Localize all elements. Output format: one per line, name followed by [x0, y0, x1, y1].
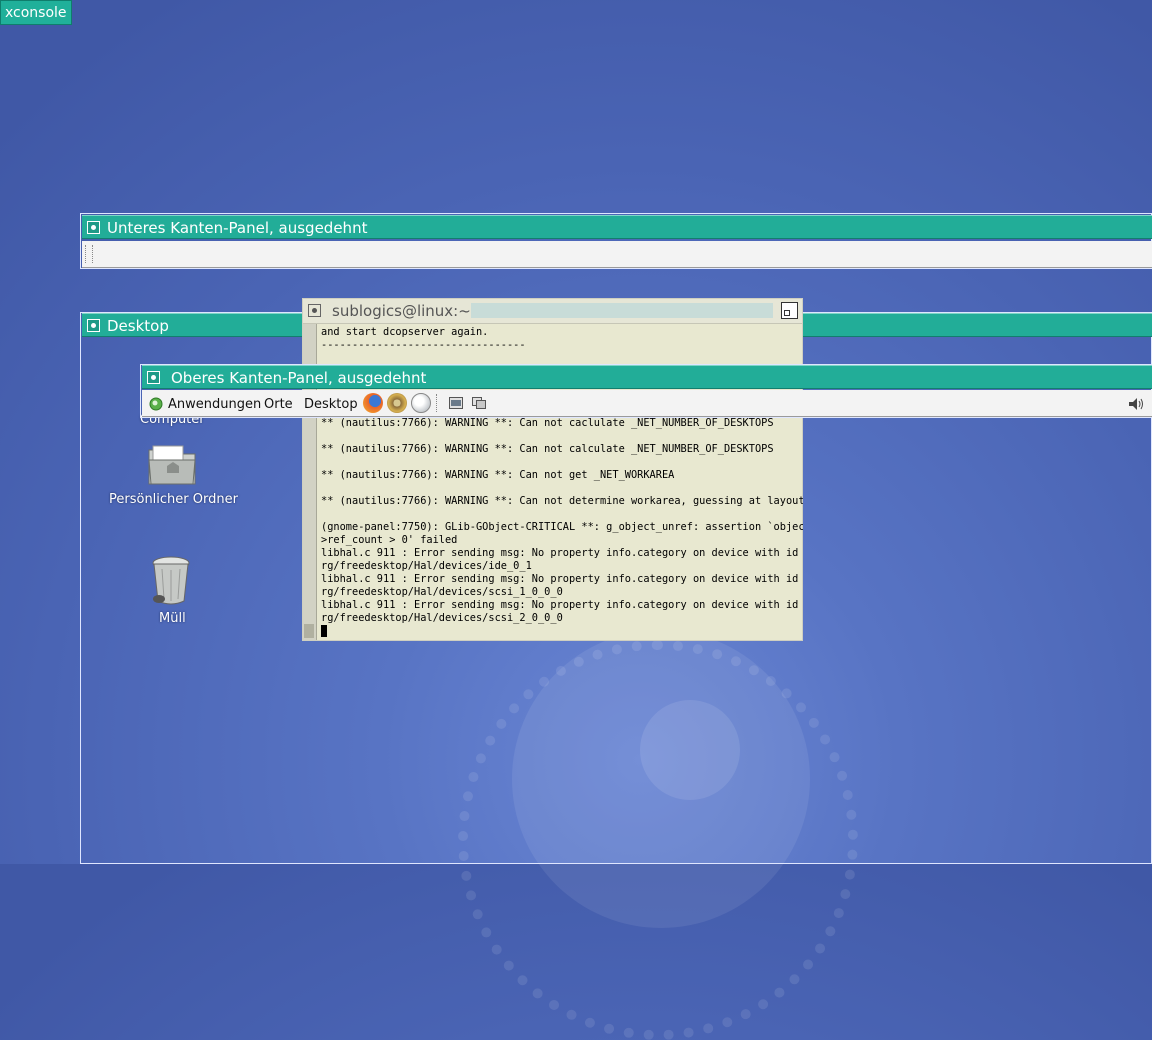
terminal-line: libhal.c 911 : Error sending msg: No pro… [321, 573, 799, 585]
terminal-line: and start dcopserver again. [321, 326, 489, 338]
terminal-line: libhal.c 911 : Error sending msg: No pro… [321, 547, 799, 559]
xconsole-tab[interactable]: xconsole [0, 0, 72, 25]
terminal-cursor [321, 625, 327, 637]
terminal-window[interactable]: sublogics@linux:~ and start dcopserver a… [302, 298, 803, 641]
terminal-line: (gnome-panel:7750): GLib-GObject-CRITICA… [321, 521, 803, 533]
window-menu-icon[interactable] [308, 304, 321, 317]
menu-places[interactable]: Orte [264, 397, 293, 412]
bottom-panel-body [82, 241, 1152, 268]
gnome-foot-icon [149, 397, 163, 411]
terminal-line: rg/freedesktop/Hal/devices/scsi_1_0_0_0 [321, 586, 563, 598]
titlebar-fill [471, 303, 773, 318]
evolution-icon[interactable] [387, 393, 407, 413]
top-panel-titlebar[interactable]: Oberes Kanten-Panel, ausgedehnt [142, 365, 1152, 389]
panel-separator-handle[interactable] [436, 394, 442, 412]
desktop-icon-trash[interactable]: Müll [140, 555, 204, 627]
desktop-window-title: Desktop [107, 317, 169, 335]
panel-drag-handle[interactable] [85, 245, 93, 263]
window-menu-icon[interactable] [87, 319, 100, 332]
window-list-icon[interactable] [472, 397, 486, 409]
trash-icon [152, 556, 190, 605]
bottom-panel-titlebar[interactable]: Unteres Kanten-Panel, ausgedehnt [82, 215, 1152, 239]
terminal-title: sublogics@linux:~ [332, 302, 471, 320]
window-menu-icon[interactable] [87, 221, 100, 234]
terminal-line: libhal.c 911 : Error sending msg: No pro… [321, 599, 799, 611]
terminal-line: rg/freedesktop/Hal/devices/ide_0_1 [321, 560, 532, 572]
desktop-icon-label: Persönlicher Ordner [109, 492, 238, 507]
bottom-panel-title: Unteres Kanten-Panel, ausgedehnt [107, 219, 368, 237]
desktop-icon-label: Müll [159, 611, 186, 626]
window-menu-icon[interactable] [147, 371, 160, 384]
firefox-icon[interactable] [363, 393, 383, 413]
menu-desktop[interactable]: Desktop [304, 397, 358, 412]
scrollbar-thumb[interactable] [304, 624, 314, 638]
volume-icon[interactable] [1128, 397, 1146, 411]
terminal-titlebar[interactable]: sublogics@linux:~ [303, 299, 802, 324]
terminal-line: rg/freedesktop/Hal/devices/scsi_2_0_0_0 [321, 612, 563, 624]
terminal-line: ** (nautilus:7766): WARNING **: Can not … [321, 469, 675, 481]
terminal-line: >ref_count > 0' failed [321, 534, 458, 546]
terminal-line: ** (nautilus:7766): WARNING **: Can not … [321, 417, 774, 429]
terminal-line: --------------------------------- [321, 339, 526, 351]
maximize-icon[interactable] [781, 302, 798, 319]
desktop-icon-home-folder[interactable]: Persönlicher Ordner [100, 440, 244, 510]
top-panel-body [142, 390, 1152, 417]
top-panel-title: Oberes Kanten-Panel, ausgedehnt [171, 369, 427, 387]
terminal-line: ** (nautilus:7766): WARNING **: Can not … [321, 495, 803, 507]
help-icon[interactable] [411, 393, 431, 413]
menu-applications[interactable]: Anwendungen [168, 397, 261, 412]
home-folder-icon [148, 445, 196, 485]
show-desktop-icon[interactable] [449, 397, 463, 409]
terminal-line: ** (nautilus:7766): WARNING **: Can not … [321, 443, 774, 455]
